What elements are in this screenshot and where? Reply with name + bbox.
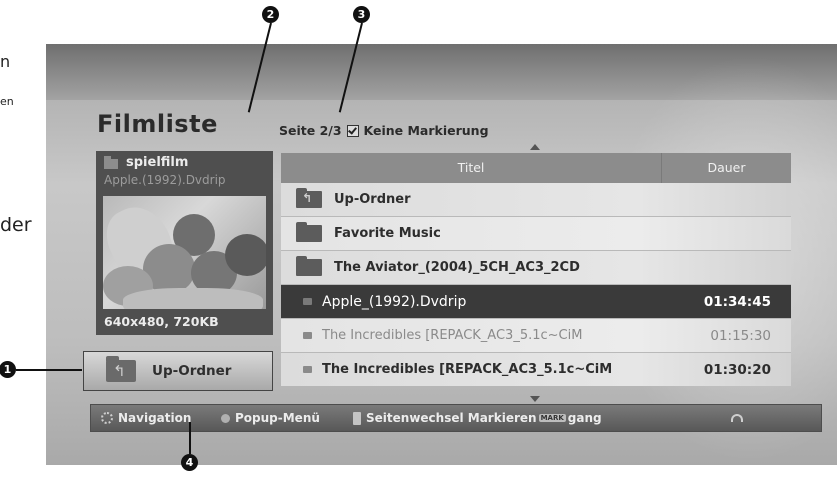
folder-icon <box>296 256 322 276</box>
file-list: Titel Dauer Up-Ordner Favorite Music The… <box>281 153 791 386</box>
preview-folder-name: spielfilm <box>126 155 189 170</box>
margin-text-fragment: n <box>0 52 11 71</box>
preview-resolution: 640x480, 720KB <box>104 314 219 329</box>
list-item[interactable]: The Incredibles [REPACK_AC3_5.1c~CiM 01:… <box>281 319 791 353</box>
page-title: Filmliste <box>97 110 218 138</box>
margin-text-fragment: der <box>0 214 32 236</box>
navigation-icon <box>101 412 113 424</box>
list-item-name: The Incredibles [REPACK_AC3_5.1c~CiM <box>322 362 613 377</box>
folder-up-icon <box>106 356 136 382</box>
list-item[interactable]: Favorite Music <box>281 217 791 251</box>
scroll-up-arrow-icon[interactable] <box>530 144 540 150</box>
callout-leader-line <box>16 369 82 371</box>
preview-thumbnail <box>103 196 266 309</box>
mark-button-icon: MARK <box>538 414 566 422</box>
folder-up-icon <box>296 188 322 208</box>
callout-badge: 2 <box>262 6 279 23</box>
folder-icon <box>296 222 322 242</box>
page-info: Seite 2/3 Keine Markierung <box>279 123 489 138</box>
back-icon <box>731 414 743 422</box>
page-button-icon <box>353 411 361 425</box>
callout-badge: 3 <box>353 6 370 23</box>
preview-panel: spielfilm Apple.(1992).Dvdrip 640x480, 7… <box>96 151 273 335</box>
mark-checkbox-icon[interactable] <box>346 124 359 137</box>
video-file-icon <box>303 332 312 339</box>
list-item[interactable]: The Incredibles [REPACK_AC3_5.1c~CiM 01:… <box>281 353 791 386</box>
video-file-icon <box>303 366 312 373</box>
list-item-duration: 01:34:45 <box>703 293 771 310</box>
page-indicator: Seite 2/3 <box>279 123 342 138</box>
up-folder-button-label: Up-Ordner <box>152 363 232 379</box>
list-item[interactable]: The Aviator_(2004)_5CH_AC3_2CD <box>281 251 791 285</box>
list-item-duration: 01:15:30 <box>710 327 771 344</box>
callout-badge: 4 <box>181 454 198 471</box>
callout-badge: 1 <box>0 361 16 378</box>
list-item-name: The Incredibles [REPACK_AC3_5.1c~CiM <box>322 328 583 343</box>
list-item-selected[interactable]: Apple_(1992).Dvdrip 01:34:45 <box>281 285 791 319</box>
hint-popup-menu: Popup-Menü <box>221 411 320 425</box>
list-item-name: Apple_(1992).Dvdrip <box>322 293 467 310</box>
hint-navigation: Navigation <box>101 411 191 425</box>
tv-screen: Filmliste Seite 2/3 Keine Markierung spi… <box>46 44 837 465</box>
list-item-duration: 01:30:20 <box>703 361 771 378</box>
margin-text-fragment: en <box>0 95 14 108</box>
up-folder-button[interactable]: Up-Ordner <box>83 351 273 391</box>
bottom-hint-bar: Navigation Popup-Menü Seitenwechsel Mark… <box>90 404 822 432</box>
folder-icon <box>104 156 118 169</box>
hint-back <box>731 414 743 422</box>
mark-status: Keine Markierung <box>363 123 489 138</box>
ok-button-icon <box>221 413 230 423</box>
list-item-name: Favorite Music <box>334 226 441 241</box>
list-item-name: The Aviator_(2004)_5CH_AC3_2CD <box>334 260 580 275</box>
list-item[interactable]: Up-Ordner <box>281 183 791 217</box>
list-item-name: Up-Ordner <box>334 192 411 207</box>
callout-leader-line <box>189 422 191 454</box>
hint-page-change-mark: Seitenwechsel Markieren MARK gang <box>353 411 602 425</box>
list-header: Titel Dauer <box>281 153 791 183</box>
scroll-down-arrow-icon[interactable] <box>530 396 540 402</box>
video-file-icon <box>303 298 312 305</box>
preview-file-name: Apple.(1992).Dvdrip <box>104 173 226 187</box>
column-header-title: Titel <box>457 160 485 175</box>
column-header-duration: Dauer <box>661 153 791 183</box>
